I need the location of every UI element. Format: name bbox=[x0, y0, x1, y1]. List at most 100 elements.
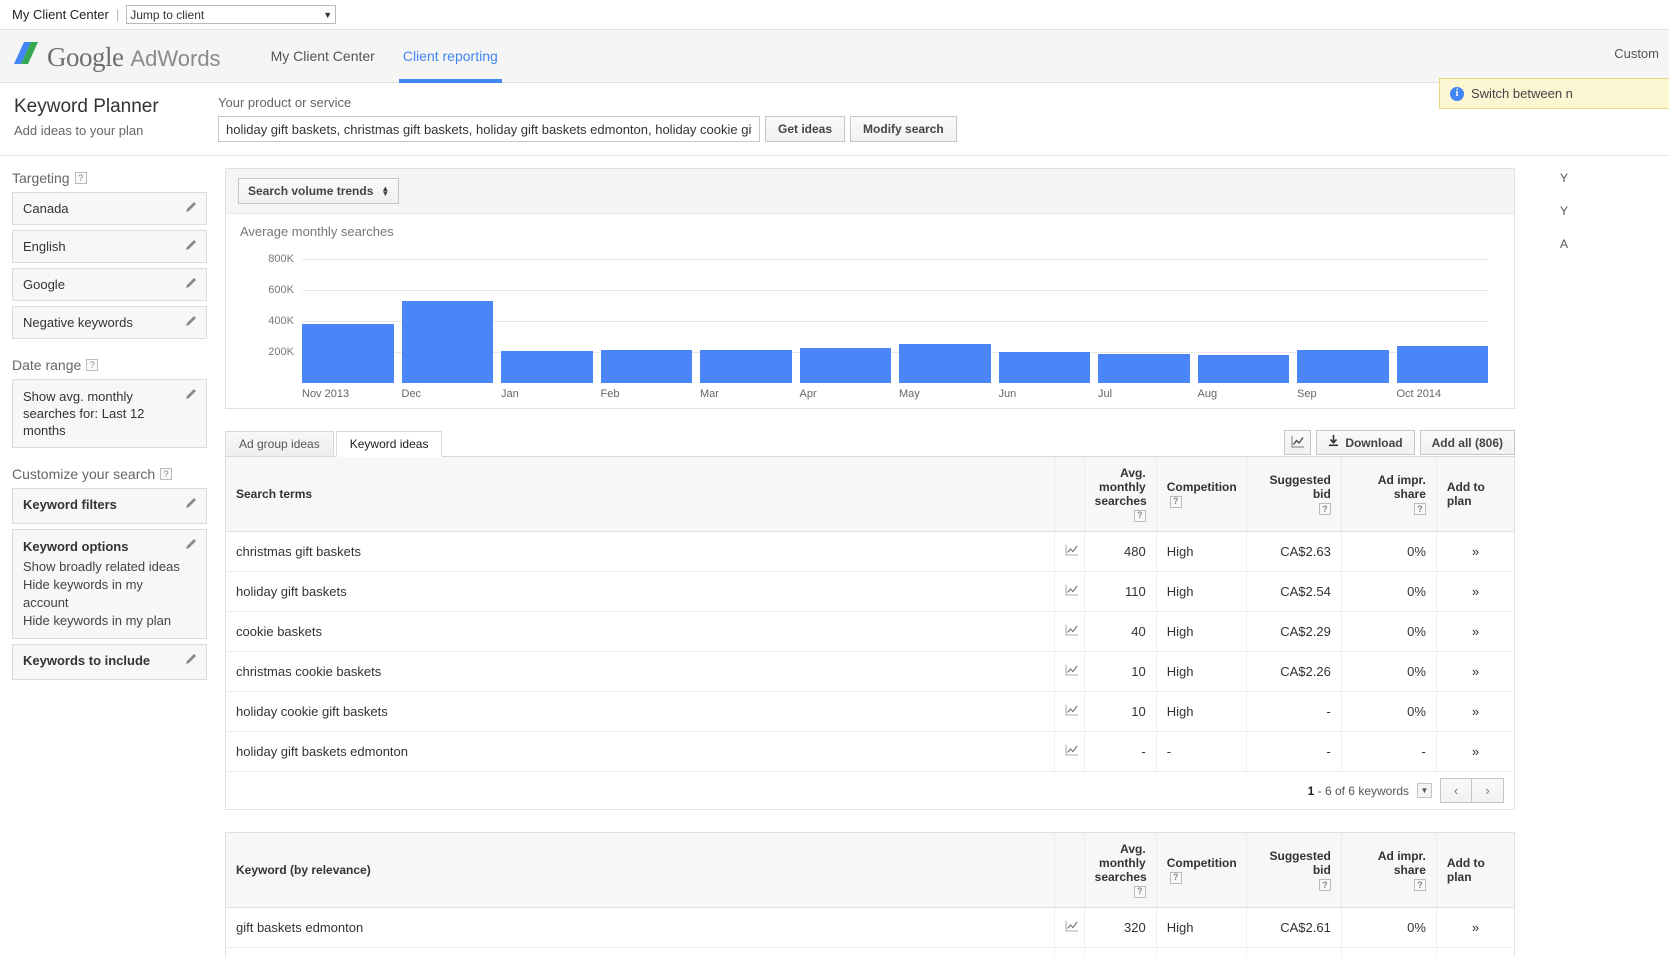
sidebar-item-google[interactable]: Google bbox=[12, 268, 207, 301]
help-icon[interactable]: ? bbox=[1318, 879, 1331, 892]
table-row[interactable]: cookie baskets 40 High CA$2.29 0%» bbox=[225, 611, 1515, 652]
help-icon[interactable]: ? bbox=[1169, 495, 1182, 508]
chart-bar-column[interactable] bbox=[1396, 247, 1488, 383]
sparkline-icon[interactable] bbox=[1065, 584, 1079, 599]
table-row[interactable]: gift baskets edmonton 320 High CA$2.61 0%» bbox=[225, 907, 1515, 948]
cell-add-to-plan-button[interactable]: » bbox=[1435, 731, 1515, 772]
cell-sparkline[interactable] bbox=[1053, 691, 1085, 732]
chart-bar-column[interactable] bbox=[401, 247, 493, 383]
cell-search-term[interactable]: holiday gift baskets bbox=[225, 571, 1055, 612]
cell-add-to-plan-button[interactable]: » bbox=[1435, 611, 1515, 652]
help-icon[interactable]: ? bbox=[86, 359, 99, 371]
header-custom-link[interactable]: Custom bbox=[1614, 46, 1659, 61]
search-volume-trends-dropdown[interactable]: Search volume trends ▲ ▼ bbox=[238, 178, 400, 204]
sidebar-item-english[interactable]: English bbox=[12, 230, 207, 263]
column-competition[interactable]: Competition ? bbox=[1155, 457, 1247, 532]
cell-search-term[interactable]: christmas gift baskets bbox=[225, 531, 1055, 572]
sidebar-item-canada[interactable]: Canada bbox=[12, 192, 207, 225]
chart-bar[interactable] bbox=[1297, 349, 1389, 383]
chart-bar-column[interactable] bbox=[998, 247, 1090, 383]
help-icon[interactable]: ? bbox=[1413, 503, 1426, 516]
chart-bar[interactable] bbox=[899, 344, 991, 383]
chart-bar[interactable] bbox=[998, 352, 1090, 383]
pencil-icon[interactable] bbox=[185, 388, 198, 401]
chart-bar[interactable] bbox=[1197, 355, 1289, 383]
table-row[interactable]: holiday gift baskets edmonton - - - -» bbox=[225, 731, 1515, 772]
chart-bar-column[interactable] bbox=[899, 247, 991, 383]
column-search-terms[interactable]: Search terms bbox=[225, 457, 1055, 532]
chart-bar[interactable] bbox=[401, 301, 493, 383]
cell-add-to-plan-button[interactable]: » bbox=[1435, 651, 1515, 692]
chart-bar[interactable] bbox=[700, 349, 792, 383]
sparkline-icon[interactable] bbox=[1065, 704, 1079, 719]
help-icon[interactable]: ? bbox=[1133, 885, 1146, 898]
chart-bar[interactable] bbox=[600, 349, 692, 383]
download-button[interactable]: Download bbox=[1316, 430, 1415, 455]
help-icon[interactable]: ? bbox=[1413, 879, 1426, 892]
cell-search-term[interactable]: christmas cookie baskets bbox=[225, 651, 1055, 692]
cell-add-to-plan-button[interactable]: » bbox=[1435, 907, 1515, 948]
chart-bar[interactable] bbox=[1098, 353, 1190, 383]
column-suggested-bid[interactable]: Suggested bid ? bbox=[1245, 457, 1342, 532]
help-icon[interactable]: ? bbox=[74, 172, 87, 184]
table-row[interactable]: christmas gift baskets 480 High CA$2.63 0%» bbox=[225, 531, 1515, 572]
sparkline-icon[interactable] bbox=[1065, 744, 1079, 759]
cell-sparkline[interactable] bbox=[1053, 651, 1085, 692]
chart-bar-column[interactable] bbox=[700, 247, 792, 383]
cell-add-to-plan-button[interactable]: » bbox=[1435, 947, 1515, 957]
product-or-service-input[interactable] bbox=[218, 116, 760, 142]
cell-search-term[interactable]: holiday cookie gift baskets bbox=[225, 691, 1055, 732]
sidebar-item-negative-keywords[interactable]: Negative keywords bbox=[12, 306, 207, 339]
sparkline-icon[interactable] bbox=[1065, 664, 1079, 679]
column-suggested-bid[interactable]: Suggested bid ? bbox=[1245, 832, 1342, 908]
table-row[interactable]: gift baskets canada 590HighCA$2.350%» bbox=[225, 947, 1515, 957]
cell-search-term[interactable]: holiday gift baskets edmonton bbox=[225, 731, 1055, 772]
sidebar-item-date-range[interactable]: Show avg. monthly searches for: Last 12 … bbox=[12, 379, 207, 448]
next-page-button[interactable]: › bbox=[1472, 778, 1504, 803]
cell-search-term[interactable]: cookie baskets bbox=[225, 611, 1055, 652]
column-keyword-by-relevance[interactable]: Keyword (by relevance) bbox=[225, 832, 1055, 908]
column-competition[interactable]: Competition ? bbox=[1155, 832, 1247, 908]
sidebar-item-keyword-filters[interactable]: Keyword filters bbox=[12, 488, 207, 524]
modify-search-button[interactable]: Modify search bbox=[850, 116, 957, 142]
chart-bar[interactable] bbox=[799, 348, 891, 383]
chart-bar-column[interactable] bbox=[1297, 247, 1389, 383]
pencil-icon[interactable] bbox=[185, 239, 198, 252]
sidebar-item-keywords-to-include[interactable]: Keywords to include bbox=[12, 644, 207, 680]
chart-bar-column[interactable] bbox=[1098, 247, 1190, 383]
chart-bar[interactable] bbox=[302, 324, 394, 383]
pencil-icon[interactable] bbox=[185, 653, 198, 666]
cell-add-to-plan-button[interactable]: » bbox=[1435, 531, 1515, 572]
table-row[interactable]: holiday gift baskets 110 High CA$2.54 0%» bbox=[225, 571, 1515, 612]
cell-search-term[interactable]: gift baskets canada bbox=[225, 947, 1055, 957]
tab-ad-group-ideas[interactable]: Ad group ideas bbox=[225, 431, 334, 457]
help-icon[interactable]: ? bbox=[1133, 509, 1146, 522]
get-ideas-button[interactable]: Get ideas bbox=[765, 116, 846, 142]
sparkline-icon[interactable] bbox=[1065, 624, 1079, 639]
chart-bar[interactable] bbox=[501, 351, 593, 383]
table-row[interactable]: christmas cookie baskets 10 High CA$2.26 0%» bbox=[225, 651, 1515, 692]
pencil-icon[interactable] bbox=[185, 497, 198, 510]
chart-bar-column[interactable] bbox=[501, 247, 593, 383]
cell-sparkline[interactable] bbox=[1053, 731, 1085, 772]
sparkline-icon[interactable] bbox=[1065, 920, 1079, 935]
chart-bar[interactable] bbox=[1396, 345, 1488, 383]
pencil-icon[interactable] bbox=[185, 277, 198, 290]
tab-keyword-ideas[interactable]: Keyword ideas bbox=[335, 431, 443, 457]
help-icon[interactable]: ? bbox=[1318, 503, 1331, 516]
paging-dropdown[interactable]: ▼ bbox=[1417, 783, 1432, 798]
help-icon[interactable]: ? bbox=[160, 468, 173, 480]
sparkline-icon[interactable] bbox=[1065, 544, 1079, 559]
cell-sparkline[interactable] bbox=[1053, 531, 1085, 572]
switch-notification-banner[interactable]: i Switch between n bbox=[1439, 78, 1669, 109]
sidebar-item-keyword-options[interactable]: Keyword options Show broadly related ide… bbox=[12, 529, 207, 639]
cell-sparkline[interactable] bbox=[1053, 907, 1085, 948]
nav-client-reporting[interactable]: Client reporting bbox=[389, 30, 512, 83]
cell-add-to-plan-button[interactable]: » bbox=[1435, 691, 1515, 732]
help-icon[interactable]: ? bbox=[1169, 871, 1182, 884]
pencil-icon[interactable] bbox=[185, 201, 198, 214]
nav-my-client-center[interactable]: My Client Center bbox=[257, 30, 389, 83]
cell-add-to-plan-button[interactable]: » bbox=[1435, 571, 1515, 612]
chart-bar-column[interactable] bbox=[1197, 247, 1289, 383]
jump-to-client-select[interactable]: Jump to client ▼ bbox=[126, 5, 337, 24]
